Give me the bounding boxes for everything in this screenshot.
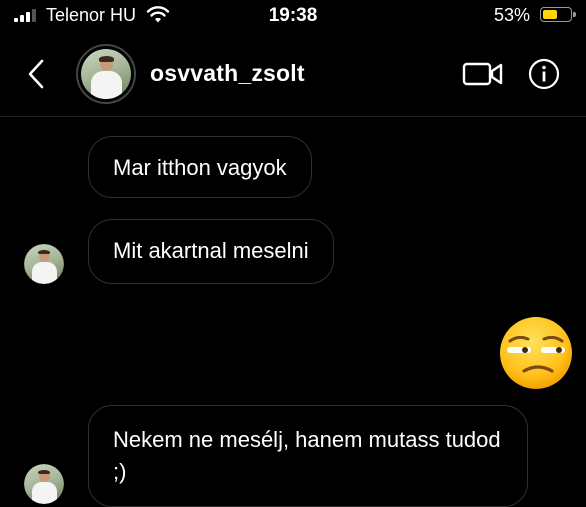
battery-percentage: 53%	[493, 5, 530, 25]
sender-avatar[interactable]	[24, 464, 64, 504]
chevron-left-icon[interactable]	[22, 56, 52, 92]
message-text: Nekem ne mesélj, hanem mutass tudod ;)	[113, 427, 501, 484]
status-bar: Telenor HU 19:38 53%	[0, 0, 586, 34]
message-bubble[interactable]: Nekem ne mesélj, hanem mutass tudod ;)	[88, 405, 528, 507]
message-text: Mar itthon vagyok	[113, 155, 287, 180]
chat-username[interactable]: osvvath_zsolt	[150, 60, 305, 87]
message-bubble[interactable]: Mit akartnal meselni	[88, 219, 334, 284]
battery-level-fill	[543, 10, 557, 19]
battery-icon	[540, 7, 576, 22]
message-bubble[interactable]: Mar itthon vagyok	[88, 136, 312, 198]
sender-avatar[interactable]	[24, 244, 64, 284]
profile-avatar[interactable]	[76, 44, 136, 104]
video-camera-icon[interactable]	[462, 61, 504, 87]
chat-header: osvvath_zsolt	[0, 34, 586, 117]
unamused-face-emoji[interactable]	[498, 315, 574, 391]
message-text: Mit akartnal meselni	[113, 238, 309, 263]
info-icon[interactable]	[528, 58, 560, 90]
